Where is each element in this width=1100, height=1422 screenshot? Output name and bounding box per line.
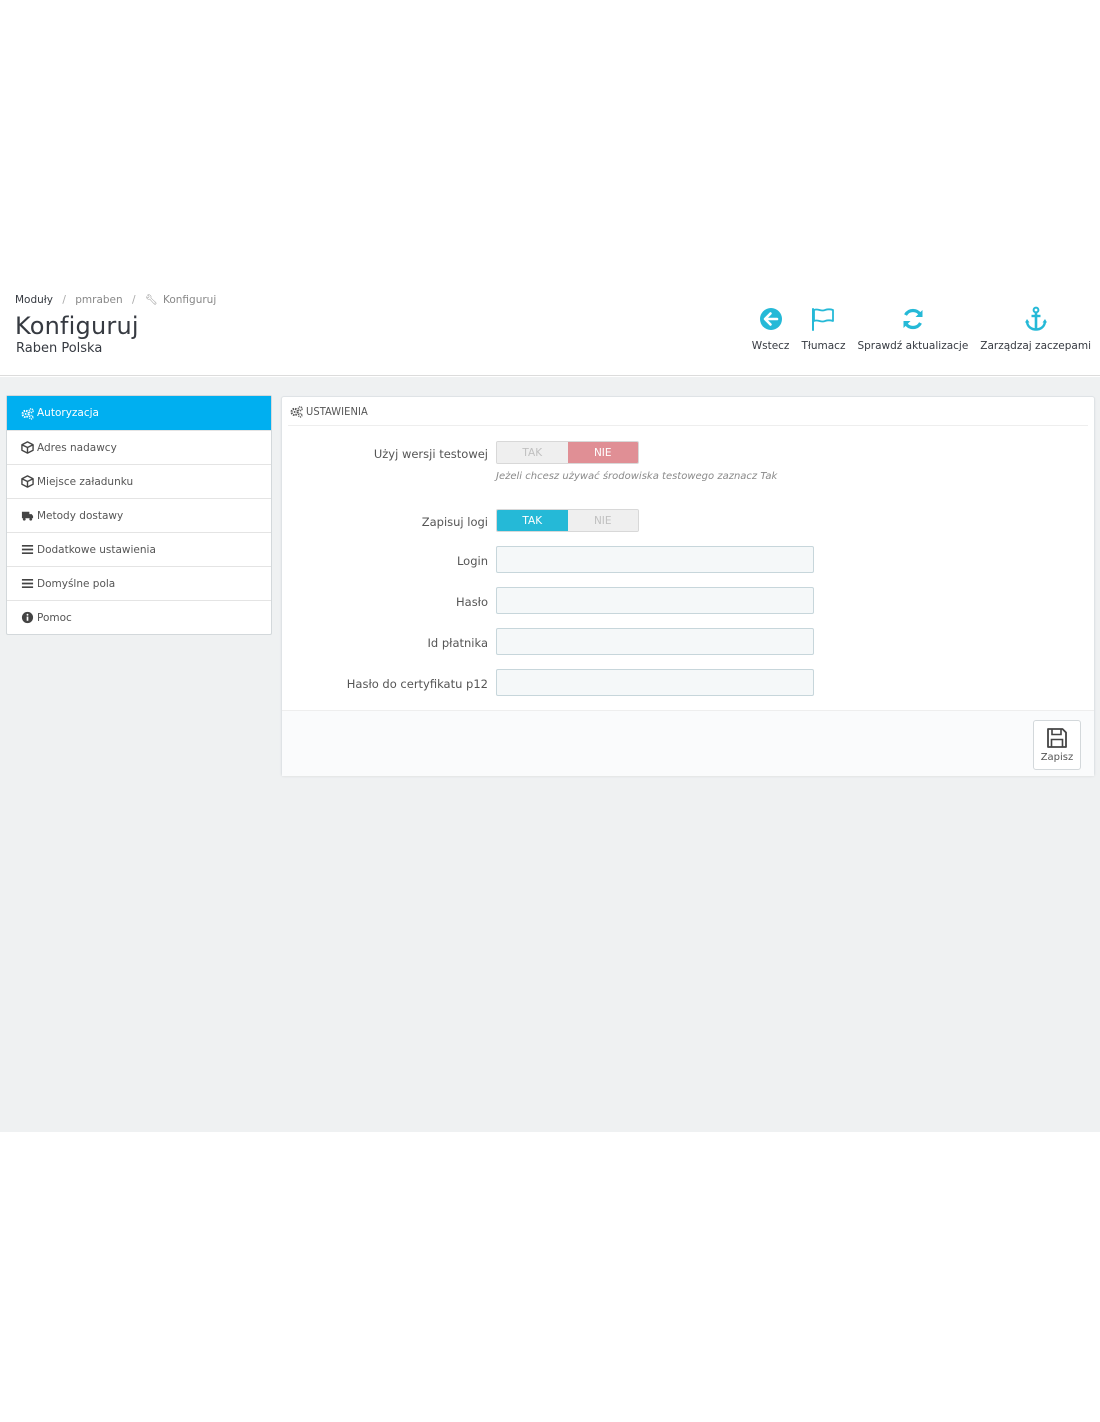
page-subtitle: Raben Polska xyxy=(16,341,103,356)
breadcrumb-module[interactable]: pmraben xyxy=(75,294,122,306)
save-button-label: Zapisz xyxy=(1040,752,1074,763)
cert-password-input[interactable] xyxy=(496,669,814,696)
refresh-icon xyxy=(903,308,923,330)
arrow-circle-left-icon xyxy=(759,308,782,330)
payer-id-label: Id płatnika xyxy=(427,636,488,650)
logs-switch: TAK NIE xyxy=(496,509,639,532)
sidebar-item-loading-place[interactable]: Miejsce załadunku xyxy=(7,464,271,498)
list-icon xyxy=(20,577,34,591)
floppy-disk-icon xyxy=(1047,728,1067,748)
panel-heading: USTAWIENIA xyxy=(288,397,1088,426)
sidebar-item-label: Domyślne pola xyxy=(37,577,116,590)
login-label: Login xyxy=(456,554,488,568)
sidebar-item-default-fields[interactable]: Domyślne pola xyxy=(7,566,271,600)
back-button-label: Wstecz xyxy=(751,340,790,352)
check-updates-button-label: Sprawdź aktualizacje xyxy=(857,340,969,352)
sidebar-item-label: Pomoc xyxy=(37,611,72,624)
cube-icon xyxy=(20,475,34,489)
back-button[interactable]: Wstecz xyxy=(746,306,796,352)
sidebar-menu: Autoryzacja Adres nadawcy Miejsce załadu… xyxy=(6,395,272,635)
sidebar-item-label: Autoryzacja xyxy=(37,407,99,419)
sidebar-item-delivery-methods[interactable]: Metody dostawy xyxy=(7,498,271,532)
page-header: Moduły / pmraben / 🔧︎ Konfiguruj Konfigu… xyxy=(0,284,1100,376)
screen: Moduły / pmraben / 🔧︎ Konfiguruj Konfigu… xyxy=(0,0,1100,1422)
breadcrumb-modules[interactable]: Moduły xyxy=(15,294,53,306)
payer-id-input[interactable] xyxy=(496,628,814,655)
test-mode-switch: TAK NIE xyxy=(496,441,639,464)
anchor-icon xyxy=(1024,306,1047,331)
content-area: Autoryzacja Adres nadawcy Miejsce załadu… xyxy=(0,377,1100,1132)
cert-password-label: Hasło do certyfikatu p12 xyxy=(346,677,488,691)
translate-button[interactable]: Tłumacz xyxy=(795,306,851,352)
wrench-icon: 🔧︎ xyxy=(144,295,158,306)
cogs-icon xyxy=(290,405,303,418)
test-mode-label: Użyj wersji testowej xyxy=(373,447,488,461)
check-updates-button[interactable]: Sprawdź aktualizacje xyxy=(851,306,974,352)
breadcrumb-separator: / xyxy=(132,294,136,306)
sidebar-item-additional-settings[interactable]: Dodatkowe ustawienia xyxy=(7,532,271,566)
sidebar-item-authorization[interactable]: Autoryzacja xyxy=(7,396,271,430)
breadcrumb-separator: / xyxy=(62,294,66,306)
breadcrumb-current: Konfiguruj xyxy=(162,294,217,306)
info-icon xyxy=(20,611,34,625)
sidebar-item-label: Miejsce załadunku xyxy=(37,475,134,488)
sidebar-item-help[interactable]: Pomoc xyxy=(7,600,271,634)
logs-yes-option[interactable]: TAK xyxy=(497,510,568,531)
test-mode-yes-option[interactable]: TAK xyxy=(497,442,568,463)
test-mode-help-text: Jeżeli chcesz używać środowiska testoweg… xyxy=(496,471,778,482)
logs-no-option[interactable]: NIE xyxy=(567,510,638,531)
save-button[interactable]: Zapisz xyxy=(1033,720,1081,770)
sidebar-item-label: Metody dostawy xyxy=(37,509,124,522)
settings-panel: USTAWIENIA Użyj wersji testowej TAK NIE … xyxy=(281,396,1095,776)
sidebar-item-label: Adres nadawcy xyxy=(37,441,117,454)
password-label: Hasło xyxy=(456,595,488,609)
manage-hooks-button[interactable]: Zarządzaj zaczepami xyxy=(974,306,1097,352)
sidebar-item-label: Dodatkowe ustawienia xyxy=(37,543,156,556)
cube-icon xyxy=(20,441,34,455)
translate-button-label: Tłumacz xyxy=(801,340,846,352)
flag-icon xyxy=(812,308,835,331)
sidebar-item-sender-address[interactable]: Adres nadawcy xyxy=(7,430,271,464)
test-mode-no-option[interactable]: NIE xyxy=(567,442,638,463)
toolbar: Wstecz Tłumacz Sprawdź aktualizacje Zarz… xyxy=(746,306,1097,352)
cogs-icon xyxy=(20,406,34,420)
manage-hooks-button-label: Zarządzaj zaczepami xyxy=(980,340,1091,352)
logs-label: Zapisuj logi xyxy=(421,515,488,529)
panel-heading-text: USTAWIENIA xyxy=(306,404,368,418)
login-input[interactable] xyxy=(496,546,814,573)
breadcrumb: Moduły / pmraben / 🔧︎ Konfiguruj xyxy=(15,294,216,306)
truck-icon xyxy=(20,509,34,523)
list-icon xyxy=(20,543,34,557)
page-title: Konfiguruj xyxy=(15,312,139,340)
panel-footer: Zapisz xyxy=(282,710,1094,776)
password-input[interactable] xyxy=(496,587,814,614)
